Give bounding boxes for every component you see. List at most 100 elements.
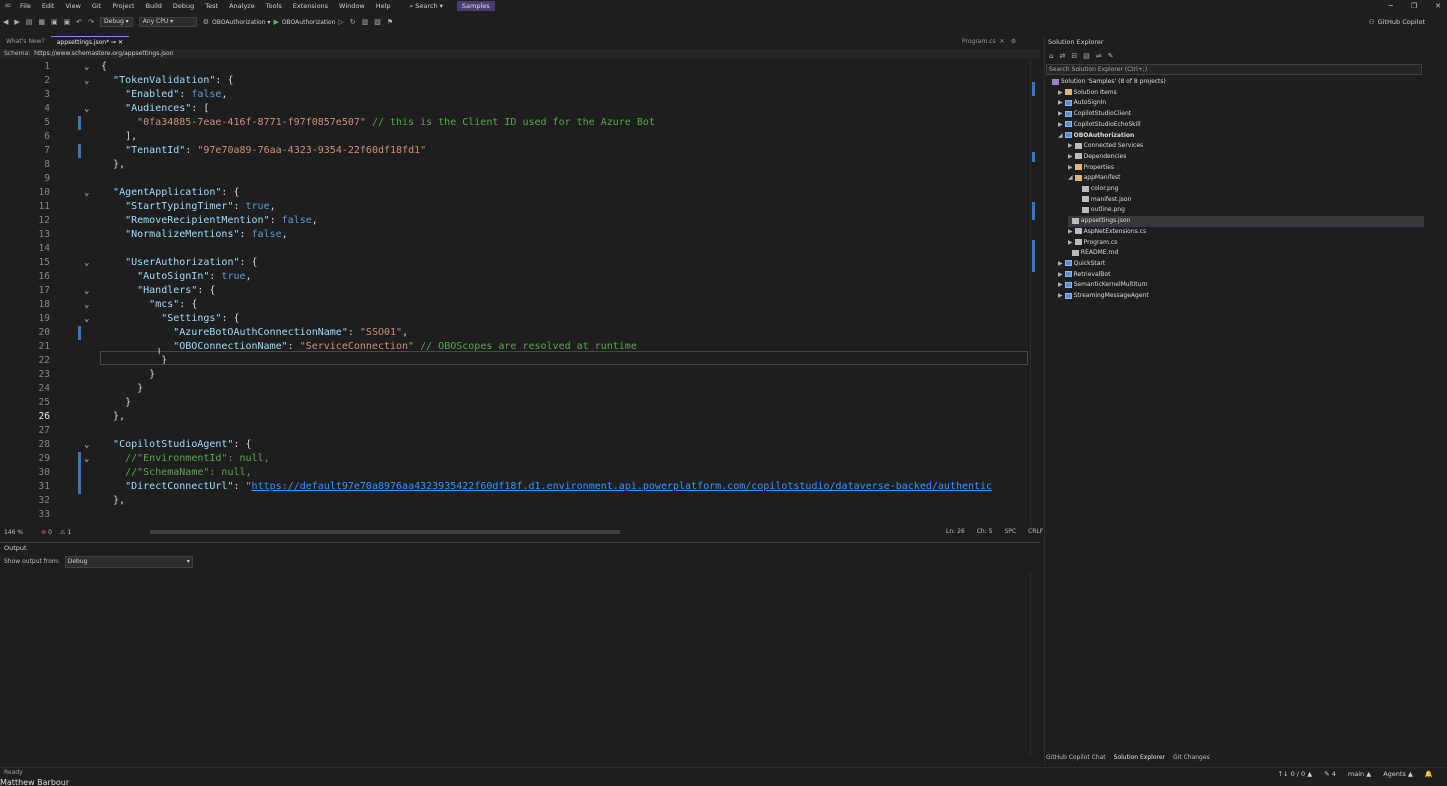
tree-item[interactable]: ▶ QuickStart xyxy=(1058,259,1105,270)
expand-arrow-icon[interactable]: ▶ xyxy=(1058,292,1063,299)
tree-item[interactable]: Solution 'Samples' (8 of 8 projects) xyxy=(1048,77,1166,88)
pin-icon[interactable]: ⊸ xyxy=(111,39,116,46)
search-menu[interactable]: ⌕ Search ▾ xyxy=(410,2,443,11)
expand-arrow-icon[interactable]: ▶ xyxy=(1058,99,1063,106)
tab-solution-explorer[interactable]: Solution Explorer xyxy=(1114,754,1165,761)
tab-program-cs[interactable]: Program.cs ✕ ⚙ xyxy=(962,36,1016,47)
collapse-all-icon[interactable]: ⊟ xyxy=(1071,52,1077,60)
fold-chevron-icon[interactable]: ⌄ xyxy=(84,186,89,200)
code-line[interactable]: 14 xyxy=(0,242,1030,256)
fold-chevron-icon[interactable]: ⌄ xyxy=(84,60,89,74)
nav-back-icon[interactable]: ◀ xyxy=(3,18,8,26)
run-target-button[interactable]: OBOAuthorization xyxy=(282,19,336,26)
code-line[interactable]: 8 }, xyxy=(0,158,1030,172)
wrench-icon[interactable]: ✎ xyxy=(1108,52,1114,60)
expand-arrow-icon[interactable]: ▶ xyxy=(1068,142,1073,149)
code-line[interactable]: 19 ⌄ "Settings": { xyxy=(0,312,1030,326)
expand-arrow-icon[interactable] xyxy=(1078,185,1080,192)
open-folder-icon[interactable]: ▦ xyxy=(38,18,45,26)
save-icon[interactable]: ▣ xyxy=(51,18,58,26)
indent-mode[interactable]: SPC xyxy=(1004,527,1016,537)
expanded-arrow-icon[interactable]: ◢ xyxy=(1068,174,1073,181)
fold-chevron-icon[interactable]: ⌄ xyxy=(84,438,89,452)
expanded-arrow-icon[interactable]: ◢ xyxy=(1058,132,1063,139)
code-line[interactable]: 29 ⌄ //"EnvironmentId": null, xyxy=(0,452,1030,466)
tree-item[interactable]: ▶ Properties xyxy=(1068,163,1114,174)
nav-forward-icon[interactable]: ▶ xyxy=(14,18,19,26)
fold-chevron-icon[interactable]: ⌄ xyxy=(84,102,89,116)
code-line[interactable]: 32 }, xyxy=(0,494,1030,508)
menu-item-tools[interactable]: Tools xyxy=(266,2,282,10)
play-icon[interactable]: ▶ xyxy=(273,18,278,26)
code-line[interactable]: 23 } xyxy=(0,368,1030,382)
expand-arrow-icon[interactable]: ▶ xyxy=(1068,239,1073,246)
tree-item[interactable]: appsettings.json xyxy=(1068,216,1424,227)
fold-chevron-icon[interactable]: ⌄ xyxy=(84,284,89,298)
show-all-files-icon[interactable]: ▤ xyxy=(1083,52,1090,60)
tab-github-copilot-chat[interactable]: GitHub Copilot Chat xyxy=(1046,754,1106,761)
configuration-select[interactable]: Debug ▾ xyxy=(100,17,133,27)
menu-item-git[interactable]: Git xyxy=(92,2,101,10)
menu-item-extensions[interactable]: Extensions xyxy=(293,2,328,10)
code-line[interactable]: 30 //"SchemaName": null, xyxy=(0,466,1030,480)
expand-arrow-icon[interactable]: ▶ xyxy=(1068,153,1073,160)
fold-chevron-icon[interactable]: ⌄ xyxy=(84,298,89,312)
fold-chevron-icon[interactable]: ⌄ xyxy=(84,312,89,326)
tree-item[interactable]: ▶ StreamingMessageAgent xyxy=(1058,291,1149,302)
code-editor[interactable]: 1 ⌄ {2 ⌄ "TokenValidation": {3 "Enabled": f… xyxy=(0,60,1030,526)
expand-arrow-icon[interactable]: ▶ xyxy=(1058,260,1063,267)
expand-arrow-icon[interactable] xyxy=(1048,78,1050,85)
code-line[interactable]: 25 } xyxy=(0,396,1030,410)
tree-item[interactable]: ◢ appManifest xyxy=(1068,173,1121,184)
new-file-icon[interactable]: ▤ xyxy=(26,18,33,26)
code-line[interactable]: 18 ⌄ "mcs": { xyxy=(0,298,1030,312)
code-line[interactable]: 27 xyxy=(0,424,1030,438)
tree-item[interactable]: ▶ AspNetExtensions.cs xyxy=(1068,227,1146,238)
menu-item-debug[interactable]: Debug xyxy=(173,2,194,10)
layout-icon[interactable]: ▥ xyxy=(362,18,369,26)
code-line[interactable]: 3 "Enabled": false, xyxy=(0,88,1030,102)
menu-item-view[interactable]: View xyxy=(65,2,80,10)
code-line[interactable]: 5 "0fa34885-7eae-416f-8771-f97f0857e507"… xyxy=(0,116,1030,130)
menu-item-analyze[interactable]: Analyze xyxy=(229,2,255,10)
code-line[interactable]: 4 ⌄ "Audiences": [ xyxy=(0,102,1030,116)
code-line[interactable]: 13 "NormalizeMentions": false, xyxy=(0,228,1030,242)
code-line[interactable]: 6 ], xyxy=(0,130,1030,144)
code-line[interactable]: 26 }, xyxy=(0,410,1030,424)
menu-item-edit[interactable]: Edit xyxy=(42,2,55,10)
tree-item[interactable]: ▶ AutoSignIn xyxy=(1058,98,1106,109)
startup-project-select[interactable]: OBOAuthorization ▾ xyxy=(212,19,270,26)
code-line[interactable]: 17 ⌄ "Handlers": { xyxy=(0,284,1030,298)
menu-item-build[interactable]: Build xyxy=(146,2,162,10)
switch-views-icon[interactable]: ⇄ xyxy=(1059,52,1065,60)
solution-explorer-search-input[interactable]: Search Solution Explorer (Ctrl+;) xyxy=(1046,64,1422,75)
home-icon[interactable]: ⌂ xyxy=(1049,52,1053,60)
agents-status[interactable]: Agents ▲ xyxy=(1383,770,1413,778)
expand-arrow-icon[interactable]: ▶ xyxy=(1058,89,1063,96)
zoom-level[interactable]: 146 % xyxy=(4,529,23,536)
editor-horizontal-scrollbar[interactable] xyxy=(150,530,620,534)
code-line[interactable]: 1 ⌄ { xyxy=(0,60,1030,74)
tab-git-changes[interactable]: Git Changes xyxy=(1173,754,1210,761)
code-line[interactable]: 10 ⌄ "AgentApplication": { xyxy=(0,186,1030,200)
sync-icon[interactable]: ⇌ xyxy=(1096,52,1102,60)
code-line[interactable]: 15 ⌄ "UserAuthorization": { xyxy=(0,256,1030,270)
gear-icon[interactable]: ⚙ xyxy=(203,18,209,26)
code-line[interactable]: 7 "TenantId": "97e70a89-76aa-4323-9354-2… xyxy=(0,144,1030,158)
expand-arrow-icon[interactable]: ▶ xyxy=(1058,110,1063,117)
error-count[interactable]: 0 xyxy=(48,529,52,536)
column-readout[interactable]: Ch: 5 xyxy=(977,527,993,537)
close-icon[interactable]: ✕ xyxy=(1435,2,1441,10)
tree-item[interactable]: manifest.json xyxy=(1078,195,1131,206)
branch-status[interactable]: main ▲ xyxy=(1348,770,1371,778)
save-all-icon[interactable]: ▣ xyxy=(64,18,71,26)
redo-icon[interactable]: ↷ xyxy=(88,18,94,26)
code-line[interactable]: 16 "AutoSignIn": true, xyxy=(0,270,1030,284)
code-line[interactable]: 31 "DirectConnectUrl": "https://default9… xyxy=(0,480,1030,494)
tab-close-icon[interactable]: ✕ xyxy=(118,39,123,46)
expand-arrow-icon[interactable] xyxy=(1068,217,1070,224)
line-number-readout[interactable]: Ln: 26 xyxy=(946,527,965,537)
expand-arrow-icon[interactable]: ▶ xyxy=(1068,164,1073,171)
fold-chevron-icon[interactable]: ⌄ xyxy=(84,256,89,270)
notification-icon[interactable]: 🔔 xyxy=(1425,770,1433,778)
